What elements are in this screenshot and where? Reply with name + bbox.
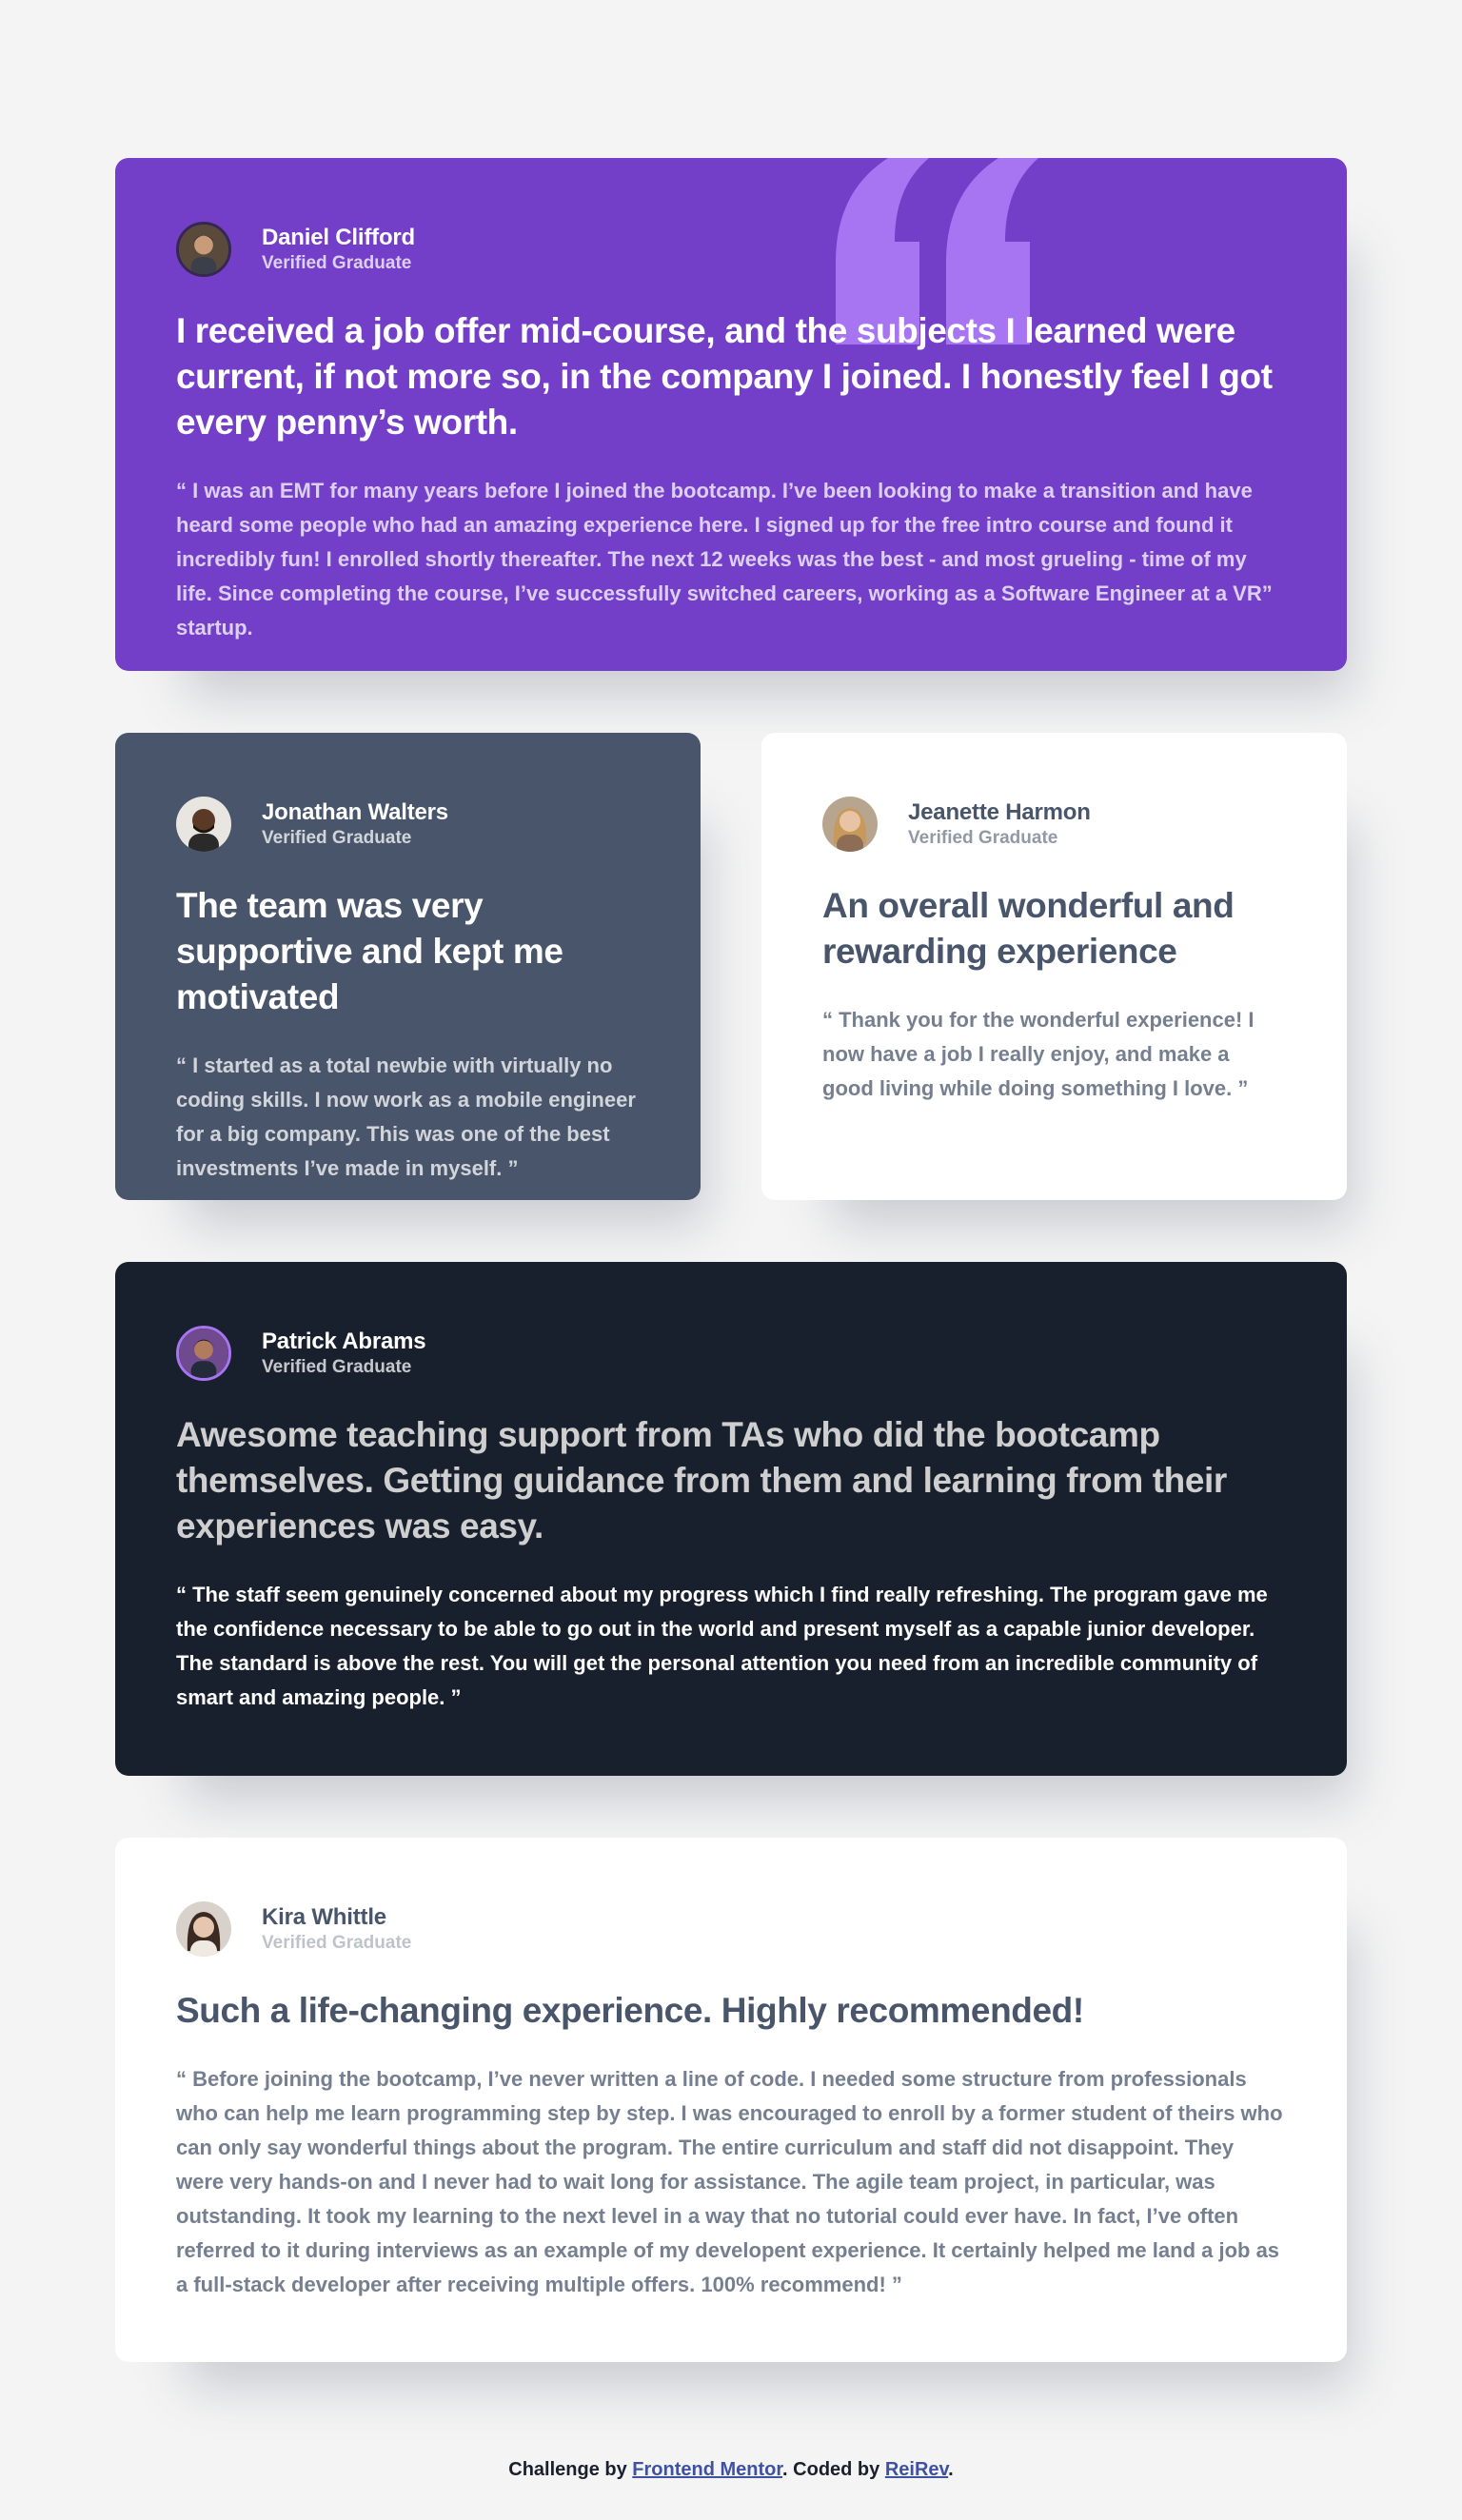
testimonial-headline: Awesome teaching support from TAs who di… (176, 1415, 1227, 1545)
avatar (176, 797, 231, 852)
testimonial-card-jeanette: Jeanette Harmon Verified Graduate An ove… (761, 733, 1347, 1200)
author-name: Jeanette Harmon (908, 799, 1091, 825)
testimonial-card-daniel: Daniel Clifford Verified Graduate I rece… (115, 158, 1347, 671)
author-name: Jonathan Walters (262, 799, 448, 825)
author-block: Jonathan Walters Verified Graduate (176, 794, 640, 855)
author-block: Daniel Clifford Verified Graduate (176, 219, 1286, 280)
author-block: Kira Whittle Verified Graduate (176, 1899, 1286, 1959)
testimonial-card-kira: Kira Whittle Verified Graduate Such a li… (115, 1838, 1347, 2362)
testimonial-quote: “ The staff seem genuinely concerned abo… (176, 1583, 1268, 1709)
author-name: Patrick Abrams (262, 1329, 426, 1354)
testimonial-card-patrick: Patrick Abrams Verified Graduate Awesome… (115, 1262, 1347, 1776)
avatar (176, 1326, 231, 1381)
author-block: Patrick Abrams Verified Graduate (176, 1323, 1286, 1384)
author-name: Daniel Clifford (262, 225, 416, 250)
testimonial-headline: Such a life-changing experience. Highly … (176, 1991, 1084, 2030)
testimonial-quote: “ I was an EMT for many years before I j… (176, 479, 1273, 640)
author-role: Verified Graduate (262, 1933, 412, 1953)
attribution: Challenge by Frontend Mentor. Coded by R… (0, 2459, 1462, 2481)
author-block: Jeanette Harmon Verified Graduate (822, 794, 1286, 855)
avatar (176, 1901, 231, 1957)
attribution-prefix: Challenge by (508, 2459, 633, 2480)
author-role: Verified Graduate (262, 828, 412, 848)
testimonial-headline: An overall wonderful and rewarding exper… (822, 886, 1235, 971)
testimonial-headline: The team was very supportive and kept me… (176, 886, 563, 1016)
author-role: Verified Graduate (262, 253, 412, 273)
attribution-suffix: . (948, 2459, 954, 2480)
testimonial-headline: I received a job offer mid-course, and t… (176, 311, 1273, 442)
avatar (176, 222, 231, 277)
frontend-mentor-link[interactable]: Frontend Mentor (632, 2459, 782, 2480)
author-role: Verified Graduate (908, 828, 1058, 848)
avatar (822, 797, 878, 852)
testimonial-card-jonathan: Jonathan Walters Verified Graduate The t… (115, 733, 701, 1200)
testimonial-quote: “ Thank you for the wonderful experience… (822, 1008, 1255, 1100)
attribution-middle: . Coded by (782, 2459, 885, 2480)
author-link[interactable]: ReiRev (885, 2459, 948, 2480)
testimonial-quote: “ Before joining the bootcamp, I’ve neve… (176, 2067, 1283, 2296)
author-name: Kira Whittle (262, 1904, 386, 1930)
author-role: Verified Graduate (262, 1357, 412, 1377)
testimonial-quote: “ I started as a total newbie with virtu… (176, 1053, 636, 1180)
